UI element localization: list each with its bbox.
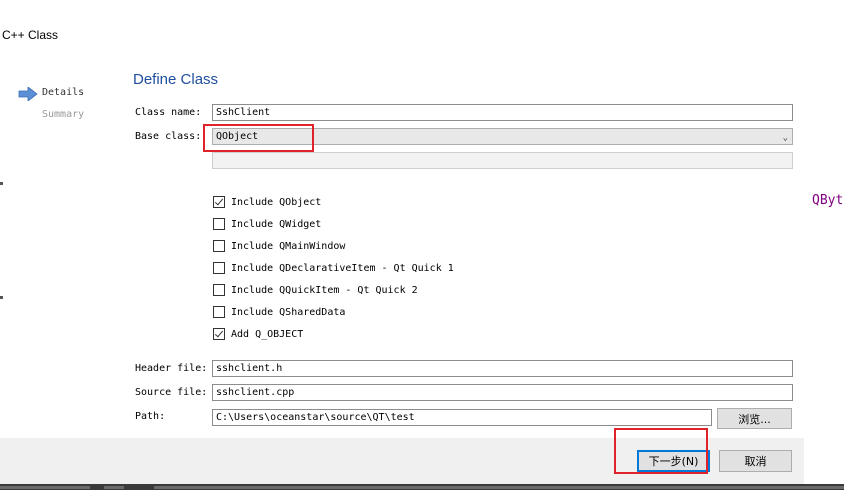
- option-row[interactable]: Include QWidget: [213, 217, 321, 231]
- background-code-text: QByt: [812, 193, 844, 208]
- source-file-input[interactable]: sshclient.cpp: [212, 384, 793, 401]
- class-name-label: Class name:: [135, 107, 202, 118]
- step-summary: Summary: [42, 109, 85, 120]
- qt-module-input: [212, 152, 793, 169]
- step-details: Details: [42, 87, 85, 98]
- option-row[interactable]: Include QMainWindow: [213, 239, 345, 253]
- taskbar-segment: [0, 486, 90, 489]
- chevron-down-icon: ⌄: [782, 133, 788, 143]
- option-label: Include QSharedData: [231, 306, 346, 318]
- option-row[interactable]: Include QObject: [213, 195, 321, 209]
- taskbar-segment: [154, 486, 844, 489]
- option-row[interactable]: Include QDeclarativeItem - Qt Quick 1: [213, 261, 454, 275]
- base-class-label: Base class:: [135, 131, 202, 142]
- option-label: Include QWidget: [231, 218, 322, 230]
- path-label: Path:: [135, 411, 166, 422]
- next-button[interactable]: 下一步(N): [637, 450, 710, 472]
- option-label: Include QObject: [231, 196, 322, 208]
- dialog-title: C++ Class: [2, 28, 59, 42]
- header-file-label: Header file:: [135, 363, 208, 374]
- option-row[interactable]: Add Q_OBJECT: [213, 327, 303, 341]
- option-checkbox[interactable]: [213, 218, 225, 230]
- option-label: Include QDeclarativeItem - Qt Quick 1: [231, 262, 454, 274]
- option-label: Include QQuickItem - Qt Quick 2: [231, 284, 418, 296]
- class-name-input[interactable]: SshClient: [212, 104, 793, 121]
- option-checkbox[interactable]: [213, 306, 225, 318]
- option-checkbox[interactable]: [213, 284, 225, 296]
- option-label: Include QMainWindow: [231, 240, 346, 252]
- left-edge-mark: [0, 296, 3, 299]
- base-class-value: QObject: [216, 131, 259, 142]
- background-editor-strip: [804, 0, 844, 490]
- source-file-label: Source file:: [135, 387, 208, 398]
- base-class-select[interactable]: QObject ⌄: [212, 128, 793, 145]
- left-edge-mark: [0, 182, 3, 185]
- browse-button[interactable]: 浏览...: [717, 408, 792, 429]
- cancel-button[interactable]: 取消: [719, 450, 792, 472]
- taskbar-segment: [104, 486, 124, 489]
- new-class-dialog: C++ Class Details Summary Define Class C…: [0, 0, 804, 484]
- option-label: Add Q_OBJECT: [231, 328, 304, 340]
- option-row[interactable]: Include QSharedData: [213, 305, 345, 319]
- option-checkbox[interactable]: [213, 240, 225, 252]
- bottom-taskbar: [0, 484, 844, 490]
- current-step-arrow-icon: [18, 87, 38, 101]
- header-file-input[interactable]: sshclient.h: [212, 360, 793, 377]
- path-input[interactable]: C:\Users\oceanstar\source\QT\test: [212, 409, 712, 426]
- option-row[interactable]: Include QQuickItem - Qt Quick 2: [213, 283, 418, 297]
- option-checkbox[interactable]: [213, 328, 225, 340]
- option-checkbox[interactable]: [213, 262, 225, 274]
- option-checkbox[interactable]: [213, 196, 225, 208]
- section-title: Define Class: [133, 71, 219, 88]
